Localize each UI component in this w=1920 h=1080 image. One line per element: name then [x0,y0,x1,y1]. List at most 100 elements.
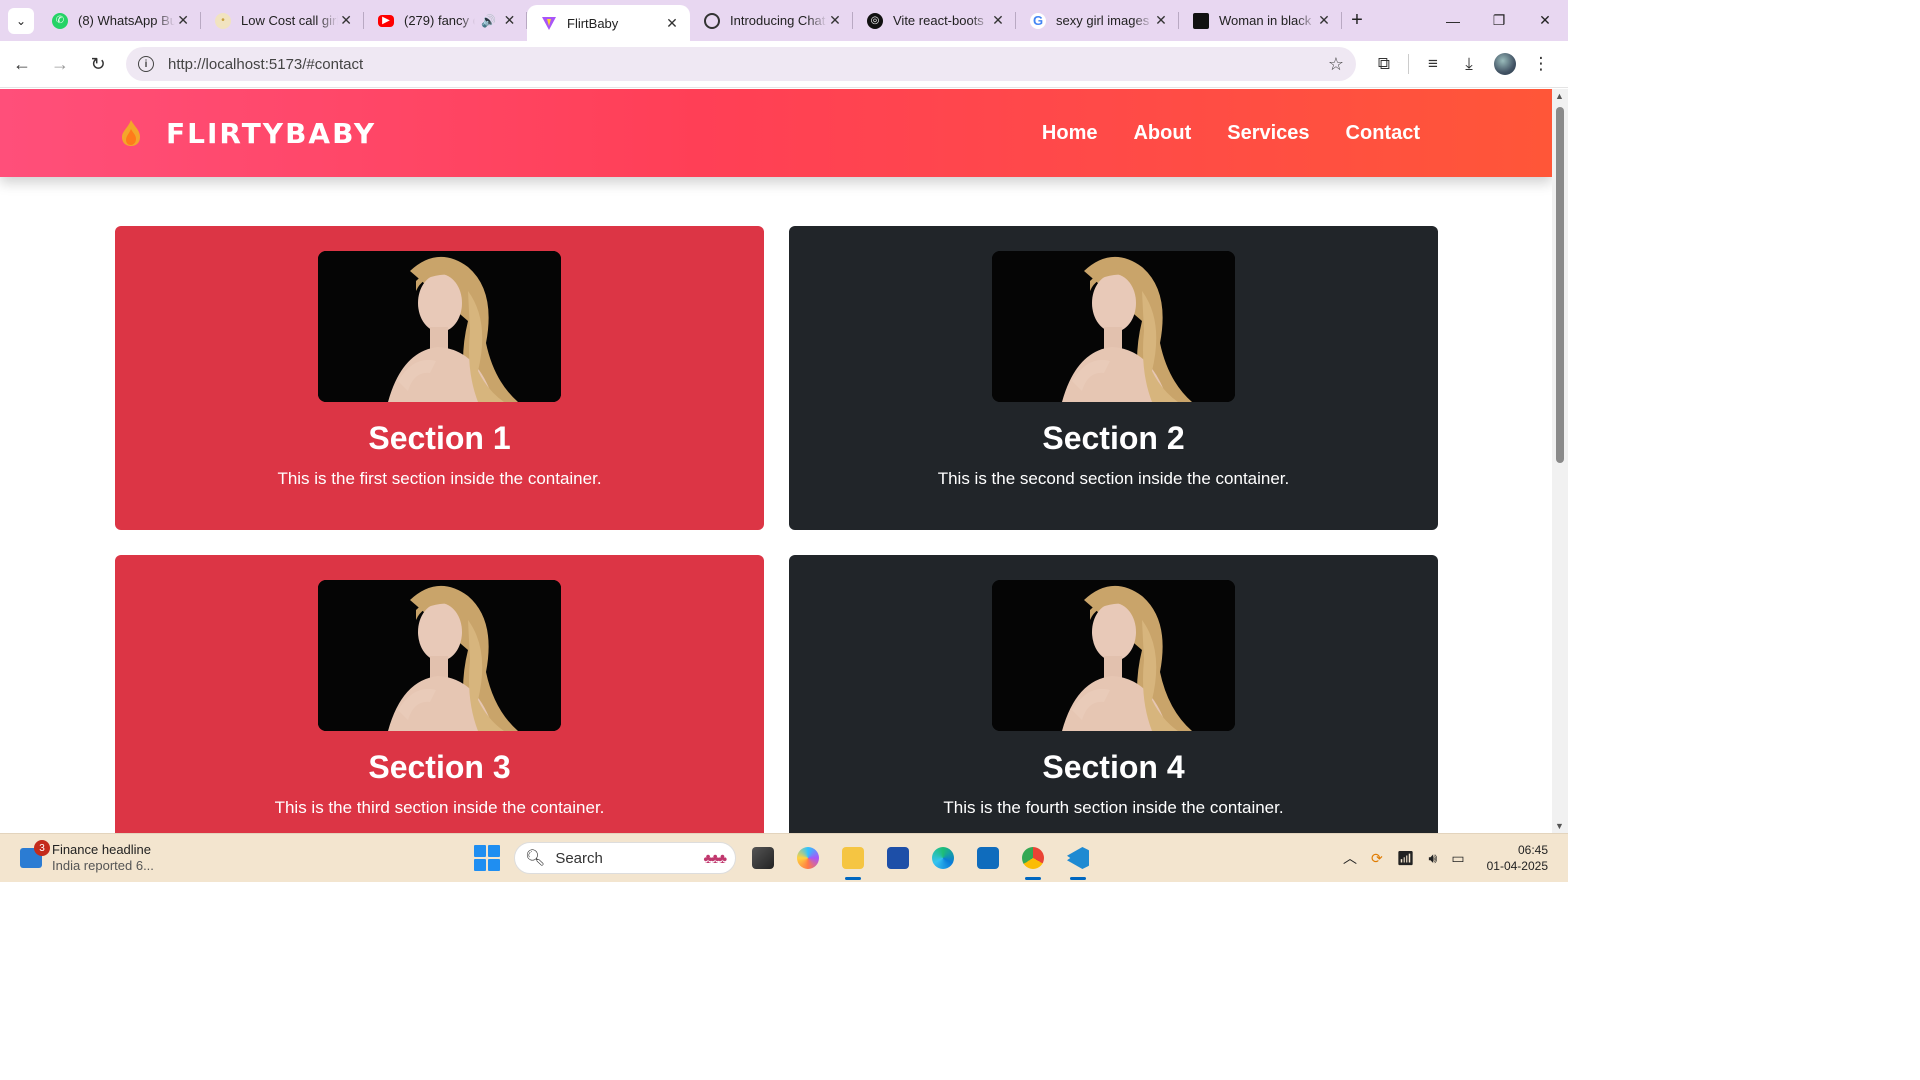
restore-icon: ❐ [1492,12,1506,28]
close-icon: ✕ [1539,12,1551,28]
unsplash-icon [1193,12,1209,29]
taskbar-center: 🔍︎ Search ♣♣♣ [474,840,1096,880]
taskbar-search[interactable]: 🔍︎ Search ♣♣♣ [514,842,736,874]
reload-button[interactable]: ↻ [80,46,116,82]
tab-low-cost[interactable]: • Low Cost call girl ✕ [201,0,364,41]
back-button[interactable]: ← [4,46,40,82]
tulips-icon: ♣♣♣ [703,850,727,866]
scroll-up-icon[interactable]: ▲ [1555,91,1564,101]
nav-about[interactable]: About [1133,122,1191,145]
volume-icon[interactable]: 🔊︎ [1429,850,1438,867]
widget-title: Finance headline [52,842,152,857]
brand-name: FLIRTYBABY [166,116,377,150]
page-icon: • [215,12,231,29]
vite-icon [541,15,557,31]
tab-search-button[interactable]: ⌄ [8,7,34,34]
nav-home[interactable]: Home [1042,122,1098,145]
brand[interactable]: FLIRTYBABY [120,117,376,150]
forward-button[interactable]: → [42,46,78,82]
clock-date: 01-04-2025 [1486,859,1548,873]
close-icon[interactable]: ✕ [338,12,354,29]
reload-icon: ↻ [90,53,106,74]
outlook-icon[interactable] [970,840,1006,876]
copilot-icon[interactable] [790,840,826,876]
plus-icon: + [1351,9,1363,31]
close-icon[interactable]: ✕ [175,12,191,29]
arrow-left-icon: ← [13,53,31,74]
vscode-icon[interactable] [1060,840,1096,880]
sync-icon[interactable]: ⟳ [1371,850,1383,867]
card-text: This is the fourth section inside the co… [943,798,1284,817]
window-controls: — ❐ ✕ [1430,0,1568,41]
url-text[interactable]: http://localhost:5173/#contact [168,56,1328,73]
close-icon[interactable]: ✕ [502,12,517,29]
battery-icon[interactable]: ▭ [1451,850,1464,867]
close-icon[interactable]: ✕ [1153,12,1169,29]
portrait-image [992,580,1235,731]
card-text: This is the second section inside the co… [937,469,1290,488]
card-title: Section 3 [368,749,511,785]
section-card-4: Section 4 This is the fourth section ins… [789,555,1438,833]
bookmark-star-icon[interactable]: ☆ [1328,54,1344,75]
download-icon[interactable]: ⤓ [1451,46,1487,82]
tab-vite-react-bootstrap[interactable]: ◎ Vite react-boots ✕ [853,0,1016,41]
tab-flirtbaby[interactable]: FlirtBaby ✕ [527,5,690,41]
card-title: Section 4 [1042,749,1185,785]
audio-playing-icon[interactable]: 🔊 [481,14,496,28]
site-info-icon[interactable]: i [138,56,154,72]
scrollbar-thumb[interactable] [1556,107,1564,463]
youtube-icon: ▶ [378,14,394,27]
profile-button[interactable] [1487,46,1523,82]
chevron-up-icon[interactable]: ︿ [1343,848,1357,868]
close-icon[interactable]: ✕ [1316,12,1332,29]
nav-services[interactable]: Services [1227,122,1309,145]
system-tray: ︿ ⟳ 📶︎ 🔊︎ ▭ 06:45 01-04-2025 [1343,842,1548,874]
extensions-icon[interactable]: ⧉ [1366,46,1402,82]
clock[interactable]: 06:45 01-04-2025 [1487,842,1548,874]
tab-introducing-chat[interactable]: Introducing Chat ✕ [690,0,853,41]
close-icon[interactable]: ✕ [990,12,1006,29]
widget-subtitle: India reported 6... [52,858,154,873]
media-control-icon[interactable]: ≡ [1415,46,1451,82]
close-icon[interactable]: ✕ [664,15,680,32]
restore-button[interactable]: ❐ [1476,0,1522,41]
chevron-down-icon: ⌄ [15,13,27,28]
page-viewport: FLIRTYBABY Home About Services Contact S… [0,89,1552,833]
widgets-button[interactable]: 3 Finance headline India reported 6... [20,840,320,874]
flame-icon [122,120,140,146]
tab-title: Low Cost call girl [241,13,339,28]
tab-whatsapp[interactable]: ✆ (8) WhatsApp Bu ✕ [38,0,201,41]
search-icon: 🔍︎ [525,850,546,867]
nav-contact[interactable]: Contact [1346,122,1420,145]
address-bar[interactable]: i http://localhost:5173/#contact ☆ [126,47,1356,81]
tab-youtube[interactable]: ▶ (279) fancy c 🔊 ✕ [364,0,527,41]
notification-badge: 3 [34,840,50,856]
page-scrollbar[interactable]: ▲ ▼ [1552,89,1568,833]
store-icon[interactable] [880,840,916,876]
tab-title: (279) fancy c [404,13,475,28]
widget-text: Finance headline India reported 6... [52,842,154,874]
whatsapp-icon: ✆ [52,12,68,29]
arrow-right-icon: → [51,53,69,74]
menu-icon[interactable]: ⋮ [1523,46,1559,82]
close-icon[interactable]: ✕ [827,12,843,29]
task-view-icon[interactable] [745,840,781,876]
tab-woman-in-black[interactable]: Woman in black ✕ [1179,0,1342,41]
new-tab-button[interactable]: + [1342,9,1372,32]
openai-icon: ◎ [867,12,883,29]
file-explorer-icon[interactable] [835,840,871,880]
close-window-button[interactable]: ✕ [1522,0,1568,41]
minimize-button[interactable]: — [1430,0,1476,41]
tab-title: sexy girl images [1056,13,1150,28]
windows-start-icon[interactable] [474,845,500,871]
scroll-down-icon[interactable]: ▼ [1555,821,1564,831]
wifi-icon[interactable]: 📶︎ [1397,850,1415,867]
section-card-2: Section 2 This is the second section ins… [789,226,1438,530]
chrome-icon[interactable] [1015,840,1051,880]
tab-strip: ⌄ ✆ (8) WhatsApp Bu ✕ • Low Cost call gi… [0,0,1568,41]
edge-icon[interactable] [925,840,961,876]
google-icon: G [1030,12,1046,29]
tab-google-images[interactable]: G sexy girl images ✕ [1016,0,1179,41]
card-grid: Section 1 This is the first section insi… [115,226,1438,833]
os-taskbar: 3 Finance headline India reported 6... 🔍… [0,833,1568,882]
